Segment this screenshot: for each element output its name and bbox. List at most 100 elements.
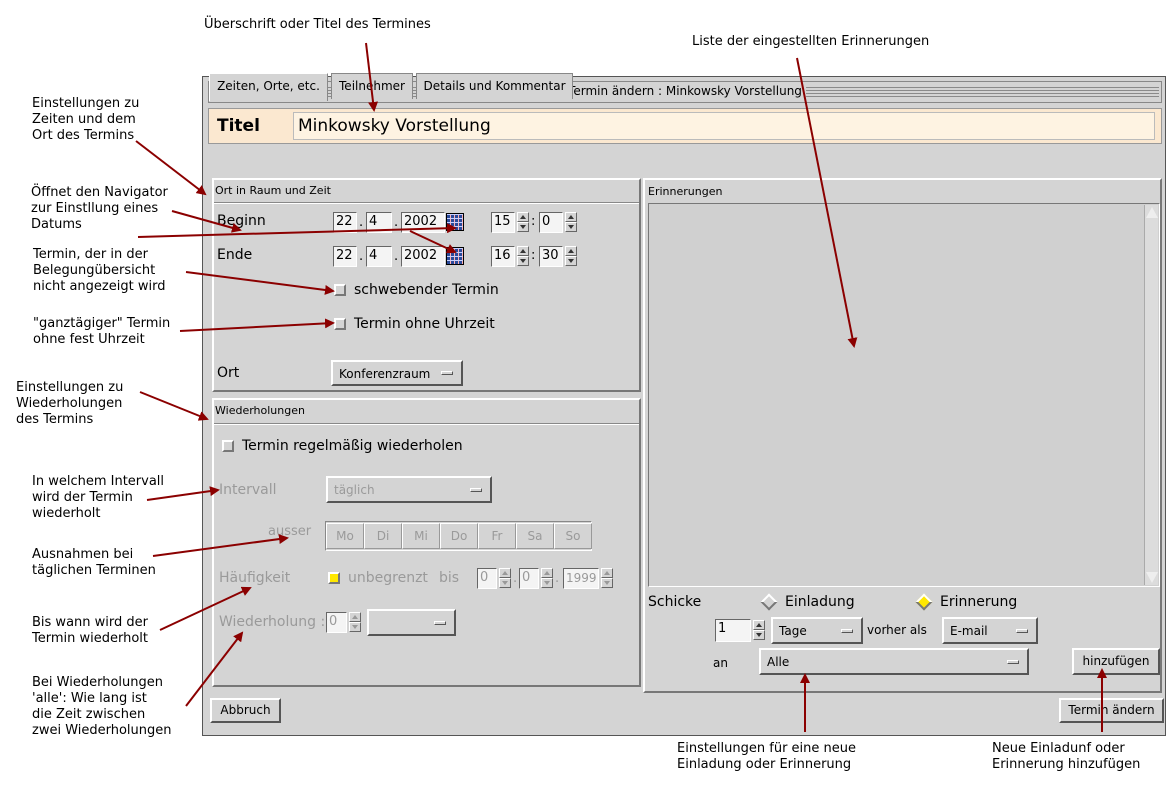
- repeat-checkbox[interactable]: [222, 440, 234, 452]
- annotation-reminder-list: Liste der eingestellten Erinnerungen: [692, 34, 930, 49]
- interval-select[interactable]: täglich: [326, 476, 492, 503]
- weekday-mo-button[interactable]: Mo: [326, 523, 364, 549]
- repeat-label: Termin regelmäßig wiederholen: [242, 438, 463, 454]
- floating-checkbox[interactable]: [334, 284, 346, 296]
- end-day-field[interactable]: 22: [333, 246, 357, 267]
- date-separator: .: [359, 215, 364, 230]
- unit-select[interactable]: Tage: [771, 617, 863, 644]
- recipients-value: Alle: [767, 655, 790, 669]
- until-day-spinner[interactable]: [499, 568, 511, 588]
- unlimited-label: unbegrenzt: [348, 570, 428, 586]
- annotation-repeat-settings: Einstellungen zu Wiederholungen des Termin…: [16, 380, 124, 427]
- end-hour-spinner[interactable]: [517, 246, 529, 266]
- end-year-field[interactable]: 2002: [401, 246, 445, 267]
- dropdown-indicator-icon: [470, 487, 482, 492]
- until-year-field[interactable]: 1999: [563, 568, 599, 589]
- repeat-header: Wiederholungen: [215, 404, 305, 417]
- end-hour-field[interactable]: 16: [491, 246, 515, 267]
- weekday-so-button[interactable]: So: [554, 523, 592, 549]
- weekday-di-button[interactable]: Di: [364, 523, 402, 549]
- repetition-field[interactable]: 0: [326, 612, 347, 633]
- except-label: ausser: [268, 524, 312, 539]
- date-separator: .: [513, 571, 518, 586]
- begin-month-field[interactable]: 4: [366, 212, 392, 233]
- reminders-scrollbar[interactable]: [1144, 205, 1158, 585]
- amount-spinner[interactable]: [753, 620, 765, 640]
- time-place-header: Ort in Raum und Zeit: [215, 184, 331, 197]
- repeat-separator: [214, 423, 639, 425]
- begin-year-field[interactable]: 2002: [401, 212, 445, 233]
- repetition-unit-select[interactable]: [367, 609, 456, 636]
- cancel-button[interactable]: Abbruch: [210, 698, 281, 723]
- until-month-spinner[interactable]: [541, 568, 553, 588]
- frequency-label: Häufigkeit: [219, 570, 291, 586]
- weekday-do-button[interactable]: Do: [440, 523, 478, 549]
- annotation-gap: Bei Wiederholungen'alle': Wie lang ist di…: [32, 675, 172, 738]
- until-day-field[interactable]: 0: [477, 568, 497, 589]
- until-label: bis: [439, 570, 460, 586]
- annotation-until: Bis wann wird der Termin wiederholt: [32, 615, 149, 646]
- unit-value: Tage: [779, 624, 807, 638]
- date-separator: .: [394, 215, 399, 230]
- date-separator: .: [359, 249, 364, 264]
- to-label: an: [713, 656, 728, 670]
- time-separator: :: [531, 248, 536, 263]
- begin-minute-field[interactable]: 0: [539, 212, 563, 233]
- annotation-add-invite: Neue Einladunf oder Erinnerung hinzufügen: [992, 741, 1141, 772]
- title-input[interactable]: Minkowsky Vorstellung: [293, 112, 1155, 140]
- recipients-select[interactable]: Alle: [759, 648, 1029, 675]
- dropdown-indicator-icon: [841, 628, 853, 633]
- scroll-up-icon[interactable]: [1146, 207, 1158, 218]
- until-month-field[interactable]: 0: [519, 568, 539, 589]
- end-minute-field[interactable]: 30: [539, 246, 563, 267]
- place-label: Ort: [217, 365, 240, 381]
- annotation-title: Überschrift oder Titel des Termines: [204, 17, 431, 32]
- no-time-checkbox[interactable]: [334, 318, 346, 330]
- title-row: Titel Minkowsky Vorstellung: [208, 108, 1162, 144]
- before-as-label: vorher als: [867, 623, 927, 637]
- place-select[interactable]: Konferenzraum: [331, 360, 463, 386]
- weekday-fr-button[interactable]: Fr: [478, 523, 516, 549]
- reminders-header: Erinnerungen: [648, 185, 723, 198]
- annotation-times-places: Einstellungen zu Zeiten und dem Ort des Te…: [32, 96, 140, 143]
- calendar-icon[interactable]: [446, 247, 464, 265]
- until-year-spinner[interactable]: [601, 568, 613, 588]
- amount-field[interactable]: 1: [715, 619, 751, 642]
- begin-day-field[interactable]: 22: [333, 212, 357, 233]
- dropdown-indicator-icon: [1007, 659, 1019, 664]
- add-reminder-button[interactable]: hinzufügen: [1072, 648, 1160, 675]
- tab-times-places[interactable]: Zeiten, Orte, etc.: [209, 73, 328, 101]
- calendar-icon[interactable]: [446, 213, 464, 231]
- floating-label: schwebender Termin: [354, 282, 499, 298]
- tab-participants[interactable]: Teilnehmer: [331, 73, 413, 99]
- date-separator: .: [555, 571, 560, 586]
- scroll-down-icon[interactable]: [1146, 572, 1158, 583]
- medium-select[interactable]: E-mail: [942, 617, 1038, 644]
- weekday-sa-button[interactable]: Sa: [516, 523, 554, 549]
- no-time-label: Termin ohne Uhrzeit: [354, 316, 495, 332]
- tab-details[interactable]: Details und Kommentar: [416, 73, 573, 99]
- begin-minute-spinner[interactable]: [565, 212, 577, 232]
- place-value: Konferenzraum: [339, 367, 431, 381]
- interval-label: Intervall: [219, 482, 277, 498]
- end-minute-spinner[interactable]: [565, 246, 577, 266]
- invite-label: Einladung: [785, 594, 855, 610]
- weekday-mi-button[interactable]: Mi: [402, 523, 440, 549]
- unlimited-checkbox[interactable]: [328, 572, 340, 584]
- end-month-field[interactable]: 4: [366, 246, 392, 267]
- annotation-interval: In welchem Intervall wird der Termin wiede…: [32, 474, 165, 521]
- submit-button[interactable]: Termin ändern: [1059, 698, 1164, 723]
- reminders-list[interactable]: [648, 203, 1160, 587]
- begin-hour-field[interactable]: 15: [491, 212, 515, 233]
- annotation-allday: "ganztägiger" Termin ohne fest Uhrzeit: [33, 316, 171, 347]
- begin-hour-spinner[interactable]: [517, 212, 529, 232]
- time-separator: :: [531, 214, 536, 229]
- repetition-spinner[interactable]: [349, 612, 361, 632]
- date-separator: .: [394, 249, 399, 264]
- end-label: Ende: [217, 247, 253, 263]
- dropdown-indicator-icon: [441, 371, 453, 375]
- dropdown-indicator-icon: [1016, 628, 1028, 633]
- annotation-new-invite: Einstellungen für eine neue Einladung ode…: [677, 741, 857, 772]
- window-title: Termin ändern : Minkowsky Vorstellung: [564, 84, 806, 98]
- time-place-separator: [214, 202, 639, 204]
